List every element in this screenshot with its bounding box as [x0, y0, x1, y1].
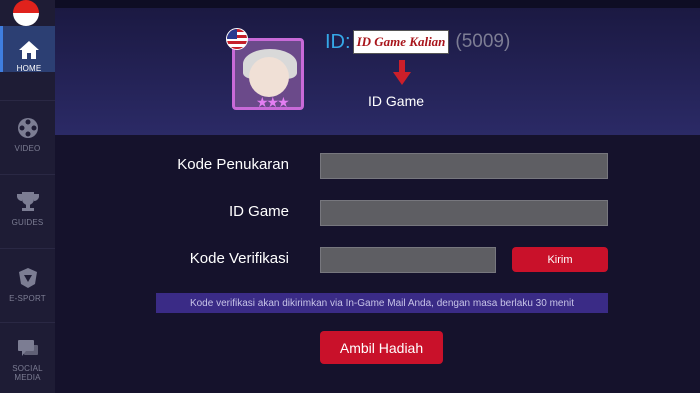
verification-code-label: Kode Verifikasi — [189, 250, 289, 267]
sidebar-item-social-media[interactable]: SOCIAL MEDIA — [0, 338, 55, 382]
id-prefix: ID: — [325, 30, 351, 53]
esport-badge-icon — [18, 268, 37, 288]
game-id-input[interactable] — [320, 200, 608, 226]
sidebar-item-label: E-SPORT — [9, 294, 46, 303]
game-id-label: ID Game — [228, 203, 289, 220]
sidebar-item-guides[interactable]: GUIDES — [0, 190, 55, 227]
verification-code-input[interactable] — [320, 247, 496, 273]
sidebar: HOME VIDEO GUIDES E-SPORT SOCIAL MEDIA — [0, 0, 55, 393]
sidebar-item-label: VIDEO — [14, 144, 41, 153]
redeem-code-label: Kode Penukaran — [177, 156, 289, 173]
us-flag-icon — [226, 28, 248, 50]
trophy-icon — [16, 192, 39, 211]
arrow-down-icon — [393, 60, 411, 85]
indonesia-flag-icon[interactable] — [13, 0, 39, 26]
home-icon — [19, 41, 39, 59]
verification-notice: Kode verifikasi akan dikirimkan via In-G… — [156, 293, 608, 313]
star-rank-icon: ★★★ — [256, 94, 290, 110]
profile-header — [55, 0, 700, 135]
sidebar-item-label: HOME — [16, 64, 42, 73]
claim-reward-button[interactable]: Ambil Hadiah — [320, 331, 443, 364]
sidebar-item-label: SOCIAL MEDIA — [12, 364, 43, 382]
sidebar-item-label: GUIDES — [11, 218, 44, 227]
chat-bubble-icon — [17, 340, 38, 356]
sidebar-item-video[interactable]: VIDEO — [0, 116, 55, 153]
server-id: (5009) — [455, 31, 511, 52]
game-id-value: ID Game Kalian — [352, 30, 450, 54]
id-game-caption: ID Game — [368, 93, 425, 109]
send-code-button[interactable]: Kirim — [512, 247, 608, 272]
film-reel-icon — [17, 118, 38, 138]
sidebar-item-home[interactable]: HOME — [0, 26, 55, 73]
redeem-code-input[interactable] — [320, 153, 608, 179]
player-id-row: ID: ID Game Kalian (5009) — [325, 28, 510, 56]
sidebar-item-esport[interactable]: E-SPORT — [0, 266, 55, 303]
